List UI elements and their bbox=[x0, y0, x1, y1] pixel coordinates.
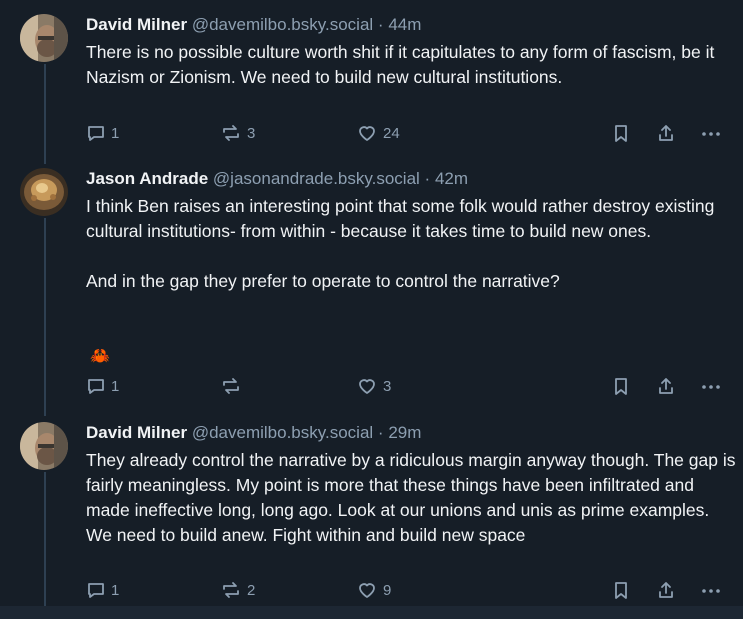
avatar[interactable] bbox=[20, 422, 68, 470]
like-count: 9 bbox=[383, 581, 392, 599]
bookmark-button[interactable] bbox=[612, 123, 630, 143]
reply-button[interactable]: 1 bbox=[86, 376, 119, 396]
like-button[interactable]: 24 bbox=[356, 123, 400, 143]
avatar[interactable] bbox=[20, 14, 68, 62]
timestamp[interactable]: 42m bbox=[435, 169, 468, 188]
reply-count: 1 bbox=[111, 581, 120, 599]
repost-icon bbox=[220, 123, 242, 143]
repost-button[interactable]: 3 bbox=[220, 123, 255, 143]
separator: · bbox=[377, 423, 384, 442]
repost-button[interactable] bbox=[220, 376, 247, 396]
share-icon bbox=[656, 376, 676, 396]
bookmark-icon bbox=[612, 580, 630, 600]
author-handle[interactable]: @davemilbo.bsky.social bbox=[192, 423, 373, 442]
post-header: Jason Andrade @jasonandrade.bsky.social … bbox=[86, 168, 468, 190]
separator: · bbox=[377, 15, 384, 34]
separator: · bbox=[424, 169, 431, 188]
share-icon bbox=[656, 580, 676, 600]
more-icon bbox=[700, 376, 722, 396]
share-button[interactable] bbox=[656, 580, 676, 600]
reply-icon bbox=[86, 123, 106, 143]
reply-count: 1 bbox=[111, 377, 120, 395]
post-actions: 1 2 9 bbox=[86, 580, 726, 604]
bottom-divider bbox=[0, 606, 743, 619]
repost-icon bbox=[220, 376, 242, 396]
post-header: David Milner @davemilbo.bsky.social · 44… bbox=[86, 14, 421, 36]
author-name[interactable]: David Milner bbox=[86, 423, 187, 442]
repost-count: 2 bbox=[247, 581, 256, 599]
post[interactable]: Jason Andrade @jasonandrade.bsky.social … bbox=[0, 160, 743, 414]
heart-icon bbox=[356, 580, 378, 600]
repost-count: 3 bbox=[247, 124, 256, 142]
bookmark-icon bbox=[612, 376, 630, 396]
author-handle[interactable]: @jasonandrade.bsky.social bbox=[213, 169, 420, 188]
author-handle[interactable]: @davemilbo.bsky.social bbox=[192, 15, 373, 34]
reply-icon bbox=[86, 580, 106, 600]
repost-button[interactable]: 2 bbox=[220, 580, 255, 600]
heart-icon bbox=[356, 376, 378, 396]
share-icon bbox=[656, 123, 676, 143]
repost-icon bbox=[220, 580, 242, 600]
heart-icon bbox=[356, 123, 378, 143]
bookmark-icon bbox=[612, 123, 630, 143]
like-button[interactable]: 9 bbox=[356, 580, 391, 600]
reply-count: 1 bbox=[111, 124, 120, 142]
more-button[interactable] bbox=[700, 376, 722, 396]
bookmark-button[interactable] bbox=[612, 376, 630, 396]
avatar[interactable] bbox=[20, 168, 68, 216]
more-button[interactable] bbox=[700, 580, 722, 600]
post-text: There is no possible culture worth shit … bbox=[86, 42, 720, 87]
post-actions: 1 3 24 bbox=[86, 123, 726, 147]
post-actions: 1 3 bbox=[86, 376, 726, 400]
timestamp[interactable]: 44m bbox=[388, 15, 421, 34]
author-name[interactable]: Jason Andrade bbox=[86, 169, 208, 188]
bookmark-button[interactable] bbox=[612, 580, 630, 600]
like-count: 24 bbox=[383, 124, 400, 142]
share-button[interactable] bbox=[656, 123, 676, 143]
post-text: They already control the narrative by a … bbox=[86, 450, 741, 545]
more-icon bbox=[700, 123, 722, 143]
like-count: 3 bbox=[383, 377, 392, 395]
reply-button[interactable]: 1 bbox=[86, 123, 119, 143]
post-text: I think Ben raises an interesting point … bbox=[86, 196, 715, 291]
reply-icon bbox=[86, 376, 106, 396]
author-name[interactable]: David Milner bbox=[86, 15, 187, 34]
post[interactable]: David Milner @davemilbo.bsky.social · 44… bbox=[0, 0, 743, 160]
share-button[interactable] bbox=[656, 376, 676, 396]
post-header: David Milner @davemilbo.bsky.social · 29… bbox=[86, 422, 421, 444]
timestamp[interactable]: 29m bbox=[388, 423, 421, 442]
reply-button[interactable]: 1 bbox=[86, 580, 119, 600]
crab-emoji: 🦀 bbox=[90, 348, 110, 365]
post[interactable]: David Milner @davemilbo.bsky.social · 29… bbox=[0, 414, 743, 606]
more-button[interactable] bbox=[700, 123, 722, 143]
more-icon bbox=[700, 580, 722, 600]
like-button[interactable]: 3 bbox=[356, 376, 391, 396]
